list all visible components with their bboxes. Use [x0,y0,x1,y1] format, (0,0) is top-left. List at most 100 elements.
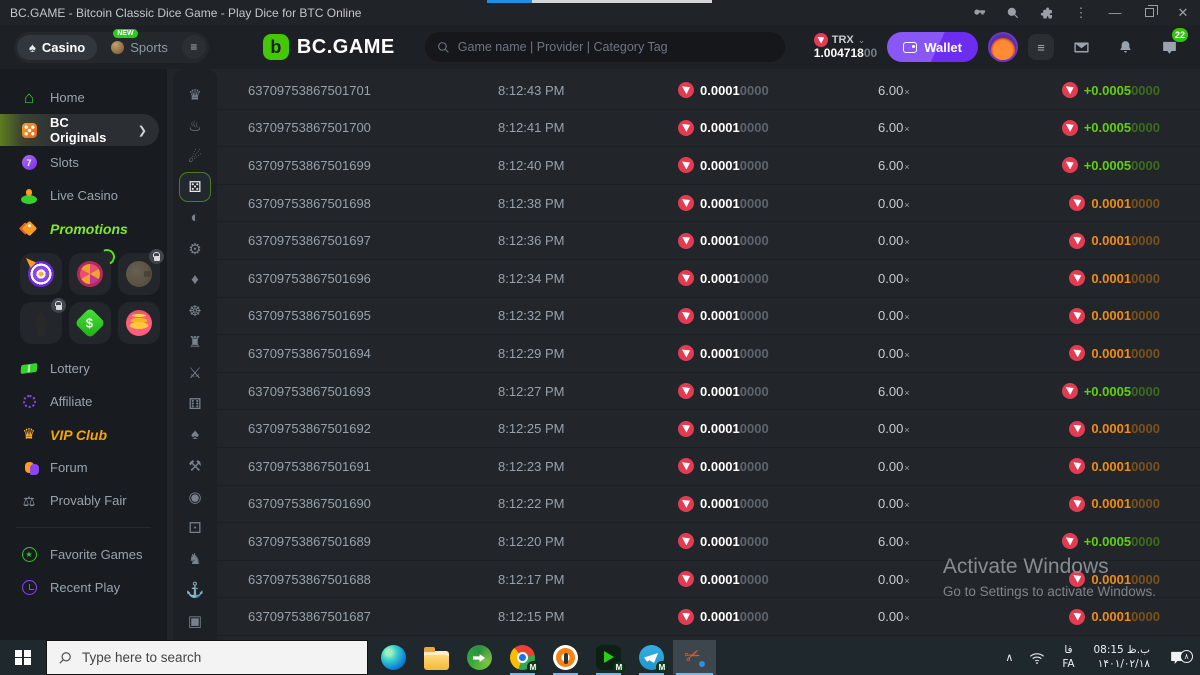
tray-expand-icon[interactable]: ∧ [997,651,1021,664]
sidebar-item-vip-club[interactable]: ♛ VIP Club [0,418,167,451]
system-tray: ∧ فا FA ب.ظ 08:15 ۱۴۰۱/۰۲/۱۸ ۸ [997,640,1200,675]
sidebar-item-forum[interactable]: Forum [0,451,167,484]
bet-id: 63709753867501699 [248,157,371,173]
promo-tile[interactable] [118,302,160,344]
taskbar-app-icon[interactable]: M [587,640,630,675]
chat-icon[interactable]: 22 [1152,28,1188,64]
minimize-button[interactable]: — [1098,0,1132,25]
tray-clock[interactable]: ب.ظ 08:15 ۱۴۰۱/۰۲/۱۸ [1093,644,1150,671]
sidebar-item-provably-fair[interactable]: ⚖ Provably Fair [0,484,167,517]
taskbar-app-icon[interactable] [415,640,458,675]
rail-game-icon[interactable]: ⚓ [179,574,211,605]
sidebar-item-lottery[interactable]: Lottery [0,352,167,385]
rail-game-icon[interactable]: ♜ [179,326,211,357]
promo-tile[interactable] [69,246,118,295]
bet-row[interactable]: 63709753867501691 8:12:23 PM 0.00010000 … [217,448,1200,486]
rail-game-icon[interactable]: ⚙ [179,233,211,264]
rail-game-icon[interactable]: ♠ [179,419,211,450]
mail-icon[interactable] [1064,30,1098,64]
bet-row[interactable]: 63709753867501690 8:12:22 PM 0.00010000 … [217,486,1200,524]
rail-game-icon[interactable]: ⚒ [179,450,211,481]
bet-id: 63709753867501689 [248,533,371,549]
bet-row[interactable]: 63709753867501692 8:12:25 PM 0.00010000 … [217,410,1200,448]
sidebar-item-slots[interactable]: 7 Slots [0,146,167,179]
rail-game-icon[interactable]: ◐ [179,202,211,233]
site-header: ♠ Casino NEW Sports ≡ b BC.GAME TRX ⌄ [0,25,1200,69]
sidebar-item-live-casino[interactable]: Live Casino [0,179,167,212]
rail-game-icon[interactable]: ♛ [179,79,211,110]
bet-row[interactable]: 63709753867501693 8:12:27 PM 0.00010000 … [217,373,1200,411]
wifi-icon[interactable] [1023,650,1051,666]
taskbar-app-icon[interactable]: M [630,640,673,675]
taskbar-app-icon[interactable]: M [501,640,544,675]
bet-row[interactable]: 63709753867501694 8:12:29 PM 0.00010000 … [217,335,1200,373]
bet-row[interactable]: 63709753867501698 8:12:38 PM 0.00010000 … [217,185,1200,223]
promo-tile[interactable] [20,298,66,344]
promo-tile[interactable] [20,253,62,295]
action-center-icon[interactable]: ۸ [1160,649,1194,666]
sidebar-item-home[interactable]: ⌂ Home [0,81,167,114]
bet-row[interactable]: 63709753867501695 8:12:32 PM 0.00010000 … [217,298,1200,336]
user-avatar[interactable] [988,32,1018,62]
extensions-icon[interactable] [1030,0,1064,25]
rail-game-icon[interactable]: ⚅ [179,388,211,419]
bet-row[interactable]: 63709753867501696 8:12:34 PM 0.00010000 … [217,260,1200,298]
balance-selector[interactable]: TRX ⌄ 1.00471800 [813,33,877,61]
bet-row[interactable]: 63709753867501700 8:12:41 PM 0.00010000 … [217,110,1200,148]
rail-game-icon[interactable]: ♞ [179,543,211,574]
bcgame-logo[interactable]: b BC.GAME [262,34,395,60]
taskbar-app-icon[interactable] [458,640,501,675]
bet-row[interactable]: 63709753867501701 8:12:43 PM 0.00010000 … [217,72,1200,110]
taskbar-app-icon[interactable] [673,640,716,675]
taskbar-app-icon[interactable] [372,640,415,675]
taskbar-app-icon[interactable] [544,640,587,675]
bet-time: 8:12:25 PM [498,421,565,437]
bet-row[interactable]: 63709753867501688 8:12:17 PM 0.00010000 … [217,561,1200,599]
game-search[interactable] [424,32,785,62]
rail-game-icon[interactable]: ▣ [179,605,211,636]
rail-game-icon[interactable]: ⚀ [179,512,211,543]
sidebar-toggle-icon[interactable]: ≡ [181,35,206,59]
bet-row[interactable]: 63709753867501697 8:12:36 PM 0.00010000 … [217,222,1200,260]
start-button[interactable] [0,640,46,675]
password-key-icon[interactable] [962,0,996,25]
zoom-out-icon[interactable] [996,0,1030,25]
bet-payout: +0.00050000 [1061,383,1160,400]
bet-row[interactable]: 63709753867501689 8:12:20 PM 0.00010000 … [217,523,1200,561]
sidebar-item-affiliate[interactable]: Affiliate [0,385,167,418]
game-search-input[interactable] [457,40,773,54]
user-menu-icon[interactable]: ≡ [1028,34,1054,60]
bet-row[interactable]: 63709753867501687 8:12:15 PM 0.00010000 … [217,598,1200,636]
close-button[interactable]: ✕ [1166,0,1200,25]
restore-button[interactable] [1132,0,1166,25]
rail-game-icon[interactable]: ◉ [179,481,211,512]
sidebar-item-recent-play[interactable]: Recent Play [0,571,167,604]
sidebar-item-favorite-games[interactable]: ★ Favorite Games [0,538,167,571]
rail-game-icon[interactable]: ♦ [179,264,211,295]
rail-game-icon[interactable]: ☄ [179,141,211,172]
wallet-button[interactable]: Wallet [887,32,978,62]
rail-game-icon[interactable]: ⚄ [179,172,211,202]
bet-row[interactable]: 63709753867501699 8:12:40 PM 0.00010000 … [217,147,1200,185]
tab-sports[interactable]: NEW Sports [99,28,180,60]
trx-coin-icon [678,458,694,475]
slots-seven-icon: 7 [21,155,37,170]
tab-casino[interactable]: ♠ Casino [17,34,98,60]
wallet-label: Wallet [924,39,962,55]
taskbar-search[interactable] [46,640,368,675]
taskbar-apps: M M M [372,640,716,675]
rail-game-icon[interactable]: ♨ [179,110,211,141]
promo-tile[interactable] [69,302,111,344]
sidebar-item-bc-originals[interactable]: BC Originals ❯ [0,114,159,146]
rail-game-icon[interactable]: ⚔ [179,357,211,388]
notifications-bell-icon[interactable] [1108,30,1142,64]
browser-menu-icon[interactable]: ⋮ [1064,0,1098,25]
sidebar-item-promotions[interactable]: Promotions [0,212,167,245]
trx-coin-icon [1069,458,1086,475]
taskbar-search-input[interactable] [82,650,356,665]
lottery-ticket-icon [20,362,38,375]
bet-multiplier: 0.00× [878,609,910,625]
promo-tile[interactable] [118,249,164,295]
rail-game-icon[interactable]: ☸ [179,295,211,326]
language-indicator[interactable]: فا FA [1053,644,1083,670]
